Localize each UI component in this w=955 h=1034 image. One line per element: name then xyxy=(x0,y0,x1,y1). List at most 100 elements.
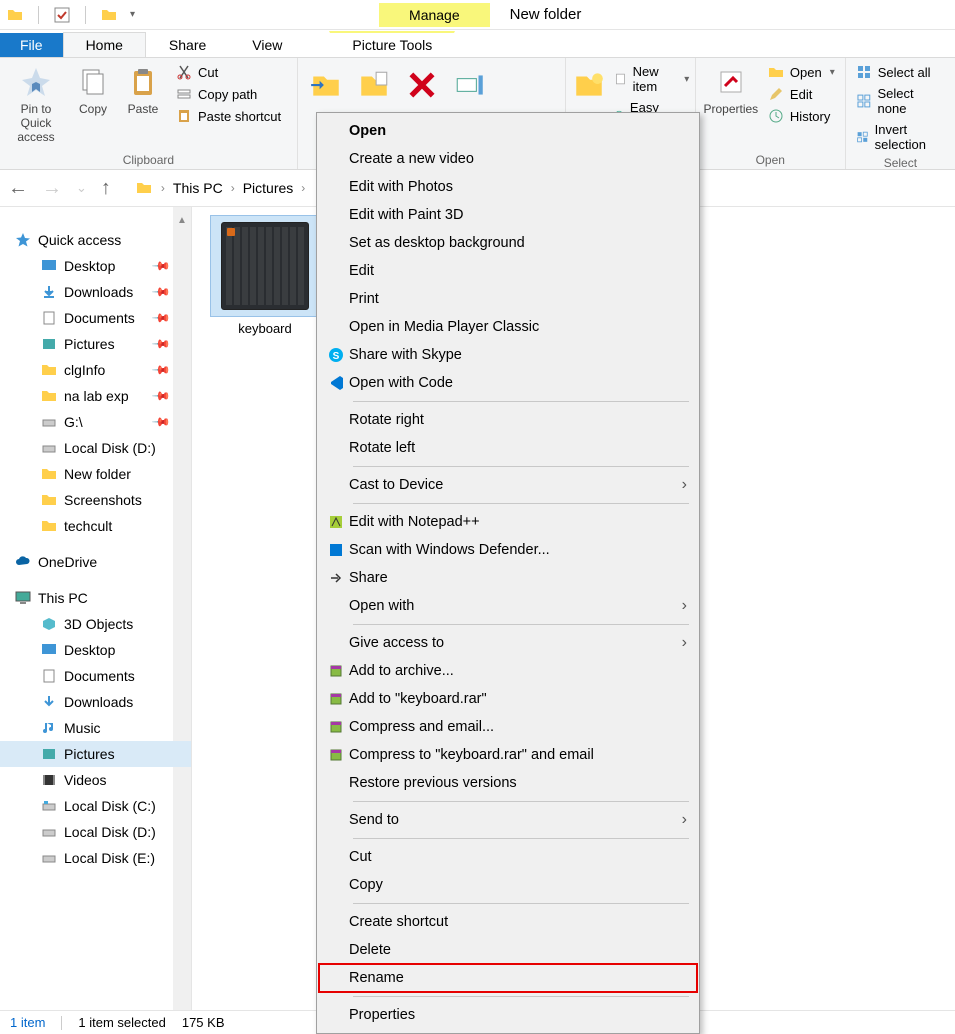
tree-item[interactable]: Downloads📌 xyxy=(0,279,191,305)
open-button[interactable]: Open▾ xyxy=(764,62,839,82)
pin-to-quick-access-button[interactable]: Pin to Quick access xyxy=(6,62,66,144)
cm-compress-email[interactable]: Compress and email... xyxy=(319,713,697,741)
tree-item[interactable]: Local Disk (E:) xyxy=(0,845,191,871)
address-bar[interactable]: › This PC › Pictures › xyxy=(135,179,305,197)
cm-open-code[interactable]: Open with Code xyxy=(319,369,697,397)
file-item-keyboard[interactable]: keyboard xyxy=(210,215,320,336)
select-all-button[interactable]: Select all xyxy=(852,62,949,82)
cm-give-access[interactable]: Give access to› xyxy=(319,629,697,657)
checkbox-icon[interactable] xyxy=(53,6,71,24)
tree-item[interactable]: Local Disk (D:) xyxy=(0,819,191,845)
cm-rotate-left[interactable]: Rotate left xyxy=(319,434,697,462)
copy-to-button[interactable] xyxy=(352,62,396,102)
tree-item[interactable]: Local Disk (C:) xyxy=(0,793,191,819)
cm-share-skype[interactable]: SShare with Skype xyxy=(319,341,697,369)
cm-copy[interactable]: Copy xyxy=(319,871,697,899)
tree-item[interactable]: New folder xyxy=(0,461,191,487)
new-item-button[interactable]: New item▾ xyxy=(610,62,694,96)
tree-item[interactable]: Local Disk (D:) xyxy=(0,435,191,461)
cm-create-video[interactable]: Create a new video xyxy=(319,145,697,173)
cm-share[interactable]: Share xyxy=(319,564,697,592)
crumb-pictures[interactable]: Pictures xyxy=(243,180,294,196)
folder-icon xyxy=(6,6,24,24)
cm-add-archive[interactable]: Add to archive... xyxy=(319,657,697,685)
properties-button[interactable]: Properties xyxy=(702,62,760,116)
cm-create-shortcut[interactable]: Create shortcut xyxy=(319,908,697,936)
cm-compress-to-email[interactable]: Compress to "keyboard.rar" and email xyxy=(319,741,697,769)
cm-defender[interactable]: Scan with Windows Defender... xyxy=(319,536,697,564)
chevron-right-icon[interactable]: › xyxy=(301,181,305,195)
cm-add-to-rar[interactable]: Add to "keyboard.rar" xyxy=(319,685,697,713)
cm-edit-photos[interactable]: Edit with Photos xyxy=(319,173,697,201)
chevron-right-icon: › xyxy=(682,634,687,652)
file-thumbnail xyxy=(210,215,320,317)
cm-rename[interactable]: Rename xyxy=(319,964,697,992)
video-icon xyxy=(40,771,58,789)
cm-set-background[interactable]: Set as desktop background xyxy=(319,229,697,257)
rename-button[interactable] xyxy=(448,62,492,102)
crumb-this-pc[interactable]: This PC xyxy=(173,180,223,196)
recent-dropdown[interactable]: ⌄ xyxy=(76,180,87,196)
drive-icon xyxy=(40,797,58,815)
cm-cut[interactable]: Cut xyxy=(319,843,697,871)
cut-button[interactable]: Cut xyxy=(172,62,285,82)
folder-icon[interactable] xyxy=(100,6,118,24)
cm-cast[interactable]: Cast to Device› xyxy=(319,471,697,499)
tab-file[interactable]: File xyxy=(0,33,63,57)
cm-delete[interactable]: Delete xyxy=(319,936,697,964)
tree-item[interactable]: Desktop xyxy=(0,637,191,663)
chevron-right-icon[interactable]: › xyxy=(161,181,165,195)
tab-share[interactable]: Share xyxy=(146,32,229,57)
tree-item[interactable]: clgInfo📌 xyxy=(0,357,191,383)
cm-send-to[interactable]: Send to› xyxy=(319,806,697,834)
delete-button[interactable] xyxy=(400,62,444,102)
group-label: Select xyxy=(852,154,949,170)
tree-item[interactable]: 3D Objects xyxy=(0,611,191,637)
copy-button[interactable]: Copy xyxy=(70,62,116,116)
move-to-button[interactable] xyxy=(304,62,348,102)
cm-open-with[interactable]: Open with› xyxy=(319,592,697,620)
tree-item[interactable]: techcult xyxy=(0,513,191,539)
tree-item[interactable]: G:\📌 xyxy=(0,409,191,435)
tree-item[interactable]: Music xyxy=(0,715,191,741)
up-button[interactable]: ↑ xyxy=(101,177,111,200)
tree-item[interactable]: Screenshots xyxy=(0,487,191,513)
qat-customize-caret[interactable]: ▾ xyxy=(130,9,135,20)
status-item-count: 1 item xyxy=(10,1015,45,1030)
tree-item-pictures[interactable]: Pictures xyxy=(0,741,191,767)
tree-item[interactable]: Desktop📌 xyxy=(0,253,191,279)
cm-edit-paint3d[interactable]: Edit with Paint 3D xyxy=(319,201,697,229)
tree-item[interactable]: Documents📌 xyxy=(0,305,191,331)
tree-this-pc[interactable]: This PC xyxy=(0,585,191,611)
history-button[interactable]: History xyxy=(764,106,839,126)
cm-rotate-right[interactable]: Rotate right xyxy=(319,406,697,434)
cm-properties[interactable]: Properties xyxy=(319,1001,697,1029)
invert-selection-button[interactable]: Invert selection xyxy=(852,120,949,154)
tree-item[interactable]: Downloads xyxy=(0,689,191,715)
forward-button[interactable]: → xyxy=(42,177,62,200)
cm-open-mpc[interactable]: Open in Media Player Classic xyxy=(319,313,697,341)
tree-item[interactable]: Pictures📌 xyxy=(0,331,191,357)
drive-icon xyxy=(40,413,58,431)
cm-print[interactable]: Print xyxy=(319,285,697,313)
chevron-right-icon[interactable]: › xyxy=(231,181,235,195)
tab-home[interactable]: Home xyxy=(63,32,146,57)
paste-shortcut-button[interactable]: Paste shortcut xyxy=(172,106,285,126)
tab-picture-tools[interactable]: Picture Tools xyxy=(329,31,455,57)
tree-onedrive[interactable]: OneDrive xyxy=(0,549,191,575)
cm-open[interactable]: Open xyxy=(319,117,697,145)
tree-quick-access[interactable]: Quick access xyxy=(0,227,191,253)
cm-restore-versions[interactable]: Restore previous versions xyxy=(319,769,697,797)
paste-button[interactable]: Paste xyxy=(120,62,166,116)
copy-path-button[interactable]: Copy path xyxy=(172,84,285,104)
tab-view[interactable]: View xyxy=(229,32,305,57)
back-button[interactable]: ← xyxy=(8,177,28,200)
tree-item[interactable]: Videos xyxy=(0,767,191,793)
tree-item[interactable]: Documents xyxy=(0,663,191,689)
select-none-button[interactable]: Select none xyxy=(852,84,949,118)
tree-item[interactable]: na lab exp📌 xyxy=(0,383,191,409)
cm-notepadpp[interactable]: Edit with Notepad++ xyxy=(319,508,697,536)
edit-button[interactable]: Edit xyxy=(764,84,839,104)
new-folder-button[interactable] xyxy=(572,62,606,102)
cm-edit[interactable]: Edit xyxy=(319,257,697,285)
